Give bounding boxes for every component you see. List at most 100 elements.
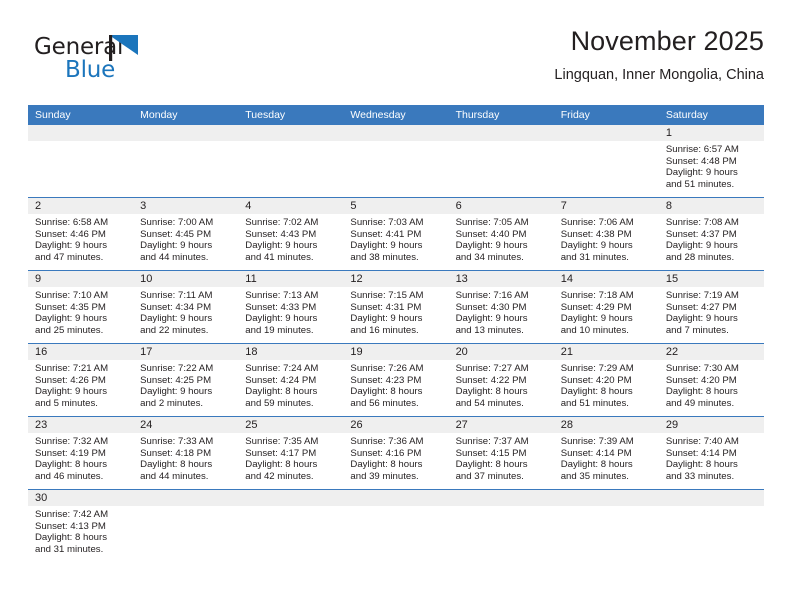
day-cell-15[interactable]: 15 Sunrise: 7:19 AM Sunset: 4:27 PM Dayligh… [658,271,764,343]
day-sun-info: Sunrise: 7:10 AM Sunset: 4:35 PM Daylight:… [28,287,133,336]
day-number [28,125,134,141]
day-cell-17[interactable]: 17 Sunrise: 7:22 AM Sunset: 4:25 PM Dayligh… [133,344,239,416]
day-info-line: Daylight: 9 hours [35,313,107,325]
day-info-line: Daylight: 8 hours [560,459,633,471]
day-info-line: and 34 minutes. [455,251,524,263]
day-sun-info: Sunrise: 7:11 AM Sunset: 4:34 PM Daylight:… [133,287,238,336]
day-number: 19 [343,344,449,360]
day-info-line: Sunset: 4:37 PM [665,228,737,240]
day-cell-28[interactable]: 28 Sunrise: 7:39 AM Sunset: 4:14 PM Dayligh… [553,417,659,489]
day-info-line: Sunset: 4:23 PM [350,374,422,386]
day-info-line: Sunset: 4:30 PM [455,301,527,313]
day-cell-3[interactable]: 3 Sunrise: 7:00 AM Sunset: 4:45 PM Daylight… [133,198,239,270]
day-cell-27[interactable]: 27 Sunrise: 7:37 AM Sunset: 4:15 PM Dayligh… [448,417,554,489]
day-sun-info: Sunrise: 7:32 AM Sunset: 4:19 PM Daylight:… [28,433,133,482]
day-number [343,125,449,141]
day-info-line: Sunset: 4:18 PM [140,447,212,459]
day-info-line: Daylight: 8 hours [245,459,318,471]
general-blue-logo[interactable]: General Blue [34,34,214,90]
day-number: 25 [238,417,344,433]
day-number [133,490,239,506]
day-sun-info: Sunrise: 6:57 AM Sunset: 4:48 PM Daylight:… [659,141,764,190]
day-cell-6[interactable]: 6 Sunrise: 7:05 AM Sunset: 4:40 PM Daylight… [448,198,554,270]
day-number: 20 [448,344,554,360]
day-info-line: Daylight: 9 hours [140,386,213,398]
day-cell-5[interactable]: 5 Sunrise: 7:03 AM Sunset: 4:41 PM Daylight… [343,198,449,270]
day-info-line: and 37 minutes. [455,470,524,482]
day-info-line: Sunrise: 7:33 AM [140,436,214,447]
day-cell-29[interactable]: 29 Sunrise: 7:40 AM Sunset: 4:14 PM Dayligh… [658,417,764,489]
day-info-line: Sunrise: 7:00 AM [140,217,214,228]
day-number: 28 [553,417,659,433]
day-info-line: Sunrise: 7:19 AM [665,290,739,301]
day-cell-21[interactable]: 21 Sunrise: 7:29 AM Sunset: 4:20 PM Dayligh… [553,344,659,416]
day-cell-23[interactable]: 23 Sunrise: 7:32 AM Sunset: 4:19 PM Dayligh… [28,417,134,489]
day-sun-info: Sunrise: 7:27 AM Sunset: 4:22 PM Daylight:… [449,360,554,409]
day-info-line: and 41 minutes. [245,251,314,263]
day-info-line: Daylight: 8 hours [455,459,528,471]
day-cell-2[interactable]: 2 Sunrise: 6:58 AM Sunset: 4:46 PM Daylight… [28,198,134,270]
day-info-line: Daylight: 9 hours [350,240,423,252]
day-sun-info: Sunrise: 7:00 AM Sunset: 4:45 PM Daylight:… [133,214,238,263]
day-sun-info: Sunrise: 7:15 AM Sunset: 4:31 PM Daylight:… [343,287,448,336]
day-cell-1[interactable]: 1 Sunrise: 6:57 AM Sunset: 4:48 PM Daylight… [658,125,764,197]
day-cell-14[interactable]: 14 Sunrise: 7:18 AM Sunset: 4:29 PM Dayligh… [553,271,659,343]
day-cell-12[interactable]: 12 Sunrise: 7:15 AM Sunset: 4:31 PM Dayligh… [343,271,449,343]
day-cell-22[interactable]: 22 Sunrise: 7:30 AM Sunset: 4:20 PM Dayligh… [658,344,764,416]
day-number: 3 [133,198,239,214]
day-cell-30[interactable]: 30 Sunrise: 7:42 AM Sunset: 4:13 PM Dayligh… [28,490,134,568]
day-cell-9[interactable]: 9 Sunrise: 7:10 AM Sunset: 4:35 PM Daylight… [28,271,134,343]
day-cell-24[interactable]: 24 Sunrise: 7:33 AM Sunset: 4:18 PM Dayligh… [133,417,239,489]
calendar-weeks: 1 Sunrise: 6:57 AM Sunset: 4:48 PM Daylight… [28,125,764,568]
day-cell-4[interactable]: 4 Sunrise: 7:02 AM Sunset: 4:43 PM Daylight… [238,198,344,270]
day-sun-info: Sunrise: 7:08 AM Sunset: 4:37 PM Daylight:… [659,214,764,263]
weekday-header-sunday: Sunday [35,109,71,121]
day-number: 10 [133,271,239,287]
day-cell-8[interactable]: 8 Sunrise: 7:08 AM Sunset: 4:37 PM Daylight… [658,198,764,270]
day-number: 15 [658,271,764,287]
day-info-line: and 33 minutes. [665,470,735,482]
day-info-line: Daylight: 9 hours [665,240,738,252]
day-cell-11[interactable]: 11 Sunrise: 7:13 AM Sunset: 4:33 PM Dayligh… [238,271,344,343]
day-info-line: Sunset: 4:26 PM [35,374,106,386]
day-sun-info: Sunrise: 7:21 AM Sunset: 4:26 PM Daylight:… [28,360,133,409]
day-info-line: Sunset: 4:40 PM [455,228,527,240]
day-sun-info: Sunrise: 7:37 AM Sunset: 4:15 PM Daylight:… [449,433,554,482]
day-info-line: Sunrise: 7:37 AM [455,436,529,447]
day-info-line: and 5 minutes. [35,397,98,409]
page-header: General Blue November 2025 Lingquan, Inn… [28,24,764,98]
week-row: 16 Sunrise: 7:21 AM Sunset: 4:26 PM Dayligh… [28,344,764,417]
day-cell-10[interactable]: 10 Sunrise: 7:11 AM Sunset: 4:34 PM Dayligh… [133,271,239,343]
day-info-line: and 39 minutes. [350,470,419,482]
day-number: 21 [553,344,659,360]
day-cell-7[interactable]: 7 Sunrise: 7:06 AM Sunset: 4:38 PM Daylight… [553,198,659,270]
day-info-line: and 44 minutes. [140,470,209,482]
day-cell-18[interactable]: 18 Sunrise: 7:24 AM Sunset: 4:24 PM Dayligh… [238,344,344,416]
day-sun-info: Sunrise: 7:22 AM Sunset: 4:25 PM Daylight:… [133,360,238,409]
day-info-line: Sunrise: 7:27 AM [455,363,529,374]
day-cell-20[interactable]: 20 Sunrise: 7:27 AM Sunset: 4:22 PM Dayligh… [448,344,554,416]
day-cell-16[interactable]: 16 Sunrise: 7:21 AM Sunset: 4:26 PM Dayligh… [28,344,134,416]
day-sun-info: Sunrise: 7:05 AM Sunset: 4:40 PM Daylight:… [449,214,554,263]
day-sun-info: Sunrise: 7:06 AM Sunset: 4:38 PM Daylight:… [554,214,659,263]
day-info-line: and 19 minutes. [245,324,314,336]
day-info-line: Sunrise: 7:35 AM [245,436,319,447]
day-info-line: and 51 minutes. [665,178,735,190]
day-number: 4 [238,198,344,214]
day-cell-19[interactable]: 19 Sunrise: 7:26 AM Sunset: 4:23 PM Dayligh… [343,344,449,416]
day-info-line: Sunrise: 7:03 AM [350,217,424,228]
weekday-header-tuesday: Tuesday [245,109,286,121]
day-info-line: Daylight: 9 hours [560,313,633,325]
week-row: 23 Sunrise: 7:32 AM Sunset: 4:19 PM Dayligh… [28,417,764,490]
day-cell-13[interactable]: 13 Sunrise: 7:16 AM Sunset: 4:30 PM Dayligh… [448,271,554,343]
day-info-line: and 51 minutes. [560,397,629,409]
day-info-line: Daylight: 9 hours [560,240,633,252]
day-number: 6 [448,198,554,214]
day-info-line: Daylight: 9 hours [35,386,107,398]
day-info-line: Sunset: 4:20 PM [560,374,632,386]
day-cell-26[interactable]: 26 Sunrise: 7:36 AM Sunset: 4:16 PM Dayligh… [343,417,449,489]
day-sun-info: Sunrise: 7:26 AM Sunset: 4:23 PM Daylight:… [343,360,448,409]
day-info-line: Sunset: 4:35 PM [35,301,106,313]
day-info-line: Sunset: 4:29 PM [560,301,632,313]
day-cell-25[interactable]: 25 Sunrise: 7:35 AM Sunset: 4:17 PM Dayligh… [238,417,344,489]
